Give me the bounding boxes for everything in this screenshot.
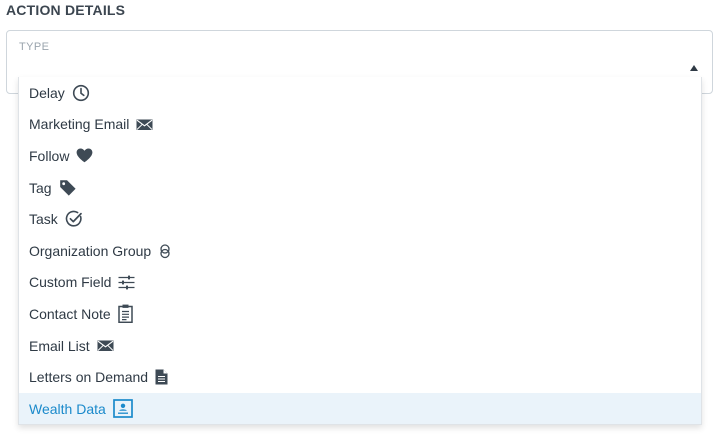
option-email-list[interactable]: Email List [19, 330, 701, 362]
option-task[interactable]: Task [19, 203, 701, 235]
contact-card-icon [112, 399, 133, 419]
option-label: Wealth Data [29, 400, 106, 417]
option-contact-note[interactable]: Contact Note [19, 298, 701, 330]
type-dropdown-menu: Delay Marketing Email Follow Tag Task Or… [18, 77, 702, 425]
option-custom-field[interactable]: Custom Field [19, 267, 701, 299]
option-label: Follow [29, 147, 70, 164]
type-label: TYPE [19, 41, 50, 53]
option-label: Contact Note [29, 305, 111, 322]
option-label: Letters on Demand [29, 369, 149, 386]
caret-up-icon[interactable] [690, 65, 698, 71]
option-label: Task [29, 211, 58, 228]
document-icon [155, 369, 168, 385]
option-label: Email List [29, 337, 90, 354]
option-label: Tag [29, 179, 52, 196]
heart-icon [76, 148, 93, 163]
sliders-icon [118, 275, 135, 290]
envelope-icon [97, 339, 114, 352]
envelope-icon [136, 118, 153, 131]
option-organization-group[interactable]: Organization Group [19, 235, 701, 267]
option-label: Organization Group [29, 242, 152, 259]
option-tag[interactable]: Tag [19, 172, 701, 204]
check-circle-icon [65, 210, 83, 228]
option-label: Custom Field [29, 274, 112, 291]
option-marketing-email[interactable]: Marketing Email [19, 109, 701, 141]
option-follow[interactable]: Follow [19, 140, 701, 172]
option-delay[interactable]: Delay [19, 77, 701, 109]
option-wealth-data[interactable]: Wealth Data [19, 392, 701, 424]
option-label: Delay [29, 84, 65, 101]
linked-circles-icon [158, 243, 172, 259]
clock-icon [72, 84, 90, 102]
clipboard-icon [117, 304, 133, 324]
section-title: ACTION DETAILS [6, 2, 126, 18]
option-letters-on-demand[interactable]: Letters on Demand [19, 361, 701, 393]
option-label: Marketing Email [29, 116, 130, 133]
tag-icon [59, 179, 77, 197]
